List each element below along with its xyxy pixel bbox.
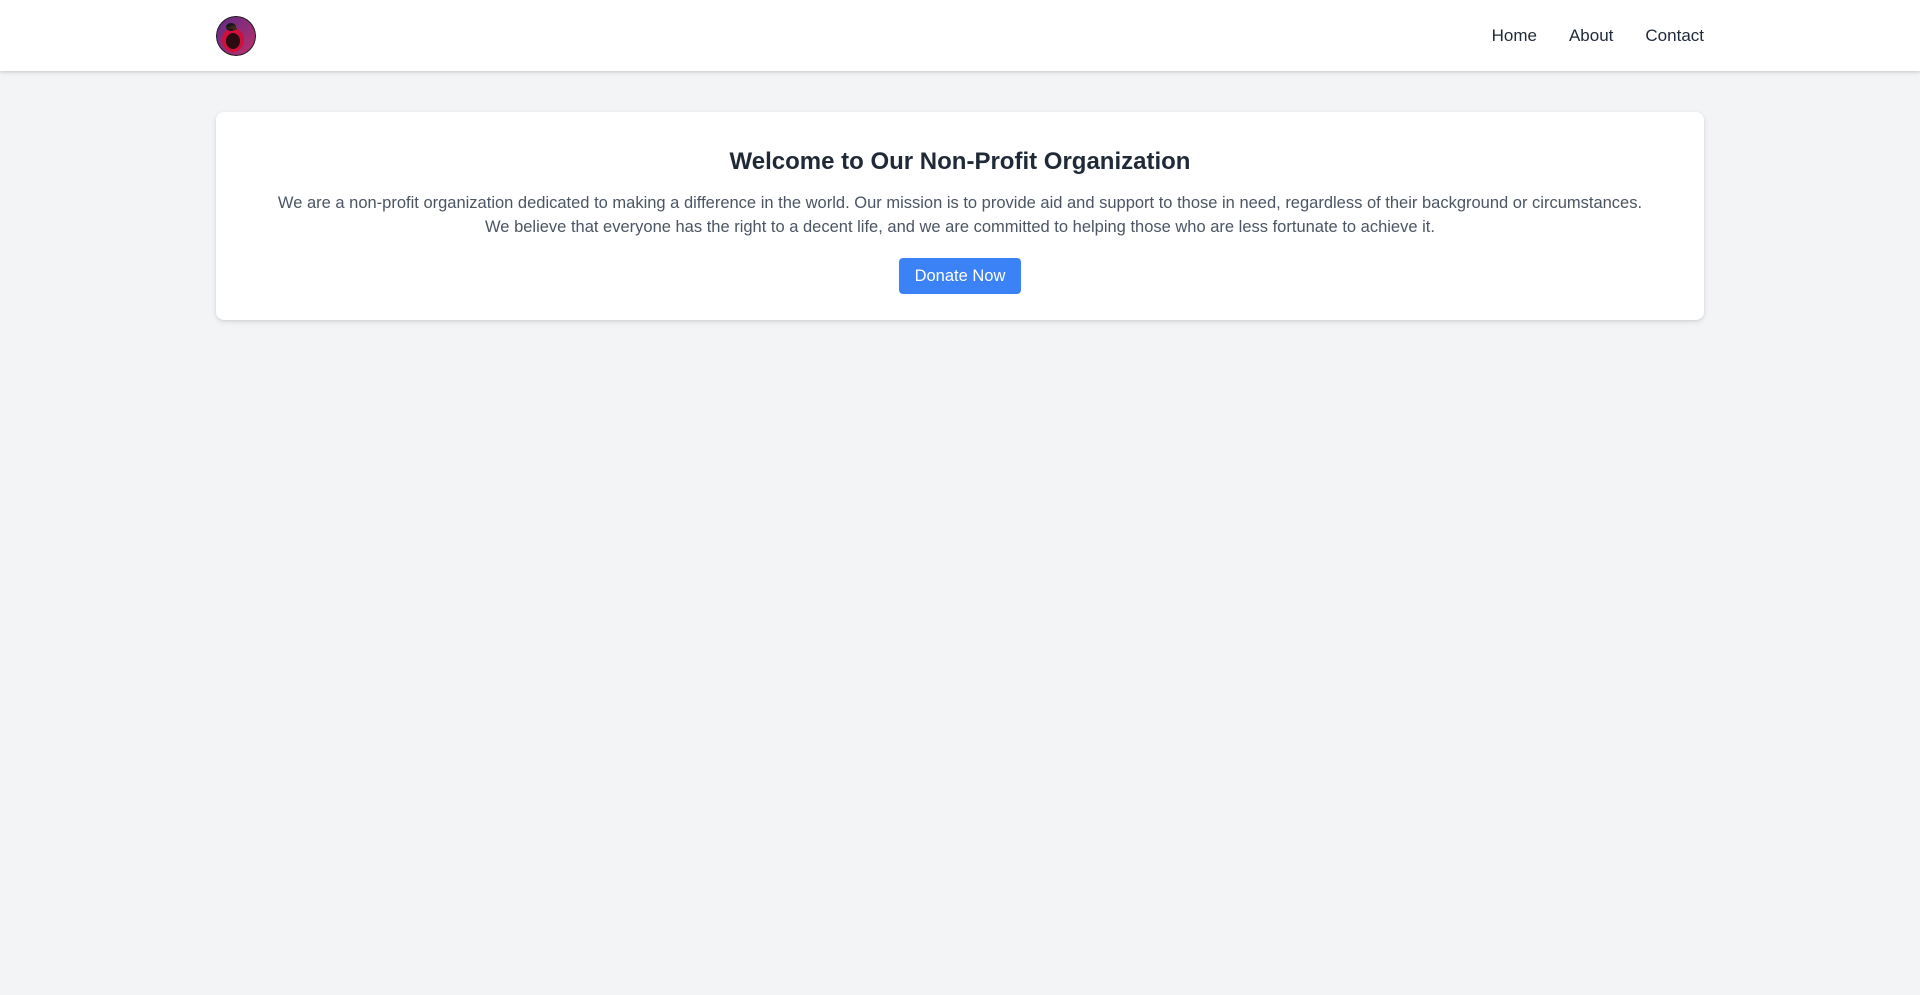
navbar-container: Home About Contact <box>216 0 1704 71</box>
nav-links: Home About Contact <box>1492 26 1704 46</box>
nav-link-home[interactable]: Home <box>1492 26 1537 46</box>
hero-description: We are a non-profit organization dedicat… <box>277 194 1643 236</box>
donate-now-button[interactable]: Donate Now <box>898 258 1022 294</box>
hero-title: Welcome to Our Non-Profit Organization <box>729 148 1191 175</box>
nav-link-about[interactable]: About <box>1569 26 1613 46</box>
logo-icon[interactable] <box>216 15 256 56</box>
hero-card: Welcome to Our Non-Profit Organization W… <box>216 112 1704 320</box>
nav-link-contact[interactable]: Contact <box>1645 26 1704 46</box>
top-navbar: Home About Contact <box>0 0 1920 71</box>
